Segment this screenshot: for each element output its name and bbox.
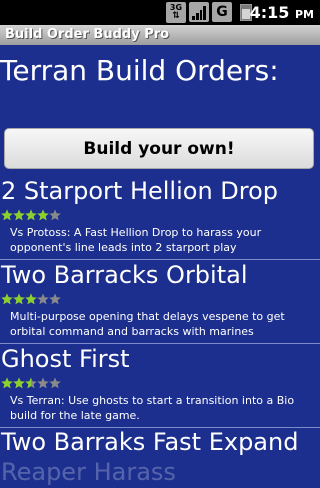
app-title-bar: Build Order Buddy Pro [0, 25, 320, 45]
build-description: Multi-purpose opening that delays vespen… [10, 310, 285, 338]
star-empty-icon [49, 377, 61, 389]
build-item-1[interactable]: 2 Starport Hellion Drop Vs Protoss: A Fa… [0, 176, 320, 260]
rating-stars [1, 293, 61, 305]
star-empty-icon [37, 293, 49, 305]
app-title: Build Order Buddy Pro [5, 27, 170, 42]
star-empty-icon [49, 293, 61, 305]
build-order-list[interactable]: 2 Starport Hellion Drop Vs Protoss: A Fa… [0, 176, 320, 488]
star-half-icon [25, 377, 37, 389]
star-filled-icon [1, 377, 13, 389]
build-title: 2 Starport Hellion Drop [1, 177, 279, 205]
star-filled-icon [25, 209, 37, 221]
status-bar: 3G ⇅ G 4:15 PM [0, 0, 320, 25]
g-app-icon: G [212, 2, 232, 22]
3g-icon: 3G ⇅ [166, 2, 186, 23]
build-title: Two Barraks Fast Expand [1, 428, 299, 456]
star-empty-icon [37, 377, 49, 389]
signal-icon [189, 2, 209, 22]
star-filled-icon [1, 293, 13, 305]
page-title: Terran Build Orders: [0, 54, 279, 87]
build-item-2[interactable]: Two Barracks Orbital Multi-purpose openi… [0, 260, 320, 344]
clock-time: 4:15 [249, 3, 290, 22]
build-title: Ghost First [1, 345, 130, 373]
build-item-3[interactable]: Ghost First Vs Terran: Use ghosts to sta… [0, 344, 320, 428]
rating-stars [1, 209, 61, 221]
rating-stars [1, 377, 61, 389]
star-filled-icon [13, 293, 25, 305]
build-item-5-title[interactable]: Reaper Harass [1, 458, 176, 486]
star-filled-icon [37, 209, 49, 221]
build-item-4[interactable]: Two Barraks Fast Expand Reaper Harass [0, 428, 320, 488]
star-filled-icon [13, 209, 25, 221]
build-description: Vs Protoss: A Fast Hellion Drop to haras… [10, 226, 262, 254]
build-your-own-button[interactable]: Build your own! [4, 128, 314, 169]
build-title: Two Barracks Orbital [1, 261, 248, 289]
build-description: Vs Terran: Use ghosts to start a transit… [10, 394, 295, 422]
star-filled-icon [13, 377, 25, 389]
clock-suffix: PM [294, 8, 314, 21]
clock: 4:15 PM [250, 3, 314, 22]
star-filled-icon [1, 209, 13, 221]
star-empty-icon [49, 209, 61, 221]
star-filled-icon [25, 293, 37, 305]
